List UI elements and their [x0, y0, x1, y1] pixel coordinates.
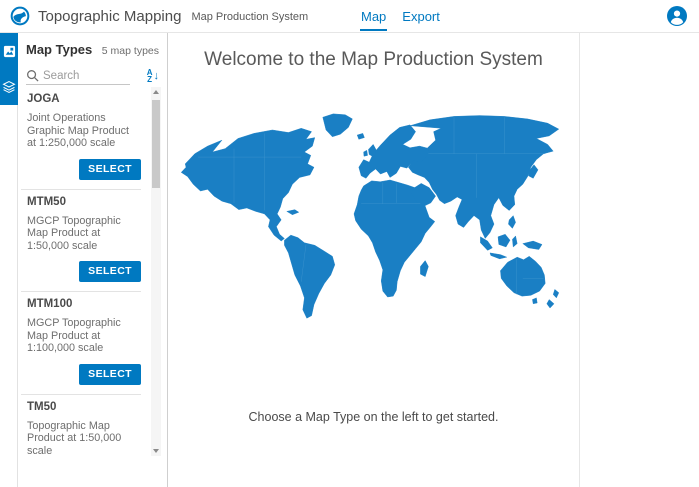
- map-type-description: Joint Operations Graphic Map Product at …: [27, 112, 141, 150]
- map-types-tool-icon: [3, 45, 16, 58]
- nav-tab-export[interactable]: Export: [401, 2, 441, 31]
- map-type-description: MGCP Topographic Map Product at 1:100,00…: [27, 317, 141, 355]
- scroll-down-icon: [153, 449, 159, 453]
- map-types-count: 5 map types: [102, 45, 159, 57]
- world-map: [174, 113, 574, 325]
- map-type-list: JOGA Joint Operations Graphic Map Produc…: [18, 85, 167, 458]
- helper-text: Choose a Map Type on the left to get sta…: [168, 410, 579, 424]
- search-input[interactable]: [43, 70, 127, 82]
- map-types-panel: Map Types 5 map types AZ ↓ JOGA Joint Op…: [18, 33, 168, 487]
- layers-tool-button[interactable]: [0, 69, 18, 105]
- sort-arrow-icon: ↓: [154, 71, 160, 82]
- side-toolbar: [0, 33, 18, 487]
- map-type-actions: SELECT: [27, 261, 141, 281]
- world-map-graphic: [174, 113, 574, 325]
- welcome-heading: Welcome to the Map Production System: [168, 49, 579, 71]
- map-type-name: JOGA: [27, 93, 141, 106]
- select-button[interactable]: SELECT: [79, 261, 141, 282]
- app-body: Map Types 5 map types AZ ↓ JOGA Joint Op…: [0, 33, 699, 487]
- scroll-up-button[interactable]: [151, 87, 161, 97]
- nav-tab-map[interactable]: Map: [360, 2, 387, 31]
- main-content: Welcome to the Map Production System: [168, 33, 580, 487]
- panel-title: Map Types: [26, 42, 92, 57]
- layers-icon: [2, 80, 16, 94]
- map-type-description: Topographic Map Product at 1:50,000 scal…: [27, 420, 141, 458]
- map-type-item: MTM100 MGCP Topographic Map Product at 1…: [21, 292, 141, 395]
- map-type-name: MTM50: [27, 196, 141, 209]
- map-type-description: MGCP Topographic Map Product at 1:50,000…: [27, 215, 141, 253]
- main-nav: Map Export: [360, 0, 441, 33]
- map-type-item: JOGA Joint Operations Graphic Map Produc…: [21, 87, 141, 190]
- sort-az-icon: AZ: [147, 69, 153, 83]
- app-header: Topographic Mapping Map Production Syste…: [0, 0, 699, 33]
- sidebar-scrollbar[interactable]: [151, 87, 161, 456]
- scroll-down-button[interactable]: [151, 446, 161, 456]
- search-row: AZ ↓: [18, 57, 167, 85]
- globe-logo-icon: [10, 6, 30, 26]
- select-button[interactable]: SELECT: [79, 159, 141, 180]
- sort-az-button[interactable]: AZ ↓: [147, 69, 159, 85]
- scrollbar-thumb[interactable]: [152, 100, 160, 188]
- select-button[interactable]: SELECT: [79, 364, 141, 385]
- map-type-name: TM50: [27, 401, 141, 414]
- map-type-item: TM50 Topographic Map Product at 1:50,000…: [21, 395, 141, 459]
- map-type-actions: SELECT: [27, 159, 141, 179]
- app-subtitle: Map Production System: [191, 11, 308, 23]
- map-type-actions: SELECT: [27, 364, 141, 384]
- map-type-item: MTM50 MGCP Topographic Map Product at 1:…: [21, 190, 141, 293]
- search-icon: [26, 69, 39, 82]
- scroll-up-icon: [153, 90, 159, 94]
- right-gutter: [580, 33, 699, 487]
- map-types-tool-button[interactable]: [0, 33, 18, 69]
- user-avatar-icon[interactable]: [667, 6, 687, 26]
- search-box: [26, 69, 130, 85]
- map-type-name: MTM100: [27, 298, 141, 311]
- panel-header: Map Types 5 map types: [18, 33, 167, 57]
- app-title: Topographic Mapping: [38, 8, 181, 25]
